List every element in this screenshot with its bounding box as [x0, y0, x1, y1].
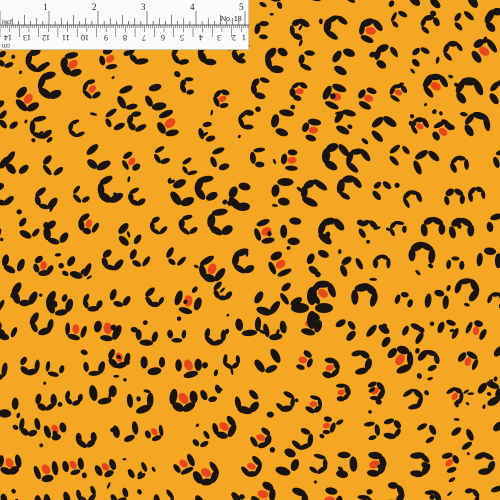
ruler-cm-2: 2: [232, 33, 236, 42]
ruler-inch-unit-label: inch: [2, 20, 14, 26]
orange-spot: [308, 126, 318, 134]
ruler-cm-10: 10: [81, 33, 89, 42]
ruler-inch-1: 1: [43, 2, 48, 12]
ruler-cm-unit-label: cm: [2, 42, 10, 48]
ruler-cm-11: 11: [62, 33, 70, 42]
black-spot: [16, 209, 22, 215]
ruler-inch-2: 2: [92, 2, 97, 12]
black-spot: [184, 77, 194, 82]
ruler-cm-13: 13: [23, 33, 31, 42]
ruler-cm-4: 4: [199, 33, 203, 42]
ruler-inch-4: 4: [190, 2, 195, 12]
leopard-print-fabric: [0, 0, 500, 500]
ruler-cm-1: 1: [242, 33, 246, 42]
fabric-swatch-view: inch 1 2 3 4 5 No. 18 14 13 12 11 10 9 8…: [0, 0, 500, 500]
ruler-cm-12: 12: [42, 33, 50, 42]
ruler-cm-8: 8: [123, 33, 127, 42]
ruler-cm-9: 9: [104, 33, 108, 42]
ruler-ticks: [0, 11, 249, 37]
ruler-cm-14: 14: [4, 33, 12, 42]
ruler-inch-3: 3: [141, 2, 146, 12]
ruler-reference-label: No. 18: [221, 16, 242, 23]
ruler-inch-5: 5: [239, 2, 244, 12]
black-spot: [402, 225, 407, 233]
ruler-cm-7: 7: [142, 33, 146, 42]
measuring-ruler: inch 1 2 3 4 5 No. 18 14 13 12 11 10 9 8…: [0, 0, 249, 50]
black-spot: [158, 356, 166, 368]
ruler-cm-3: 3: [217, 33, 221, 42]
ruler-cm-6: 6: [161, 33, 165, 42]
ruler-cm-5: 5: [180, 33, 184, 42]
